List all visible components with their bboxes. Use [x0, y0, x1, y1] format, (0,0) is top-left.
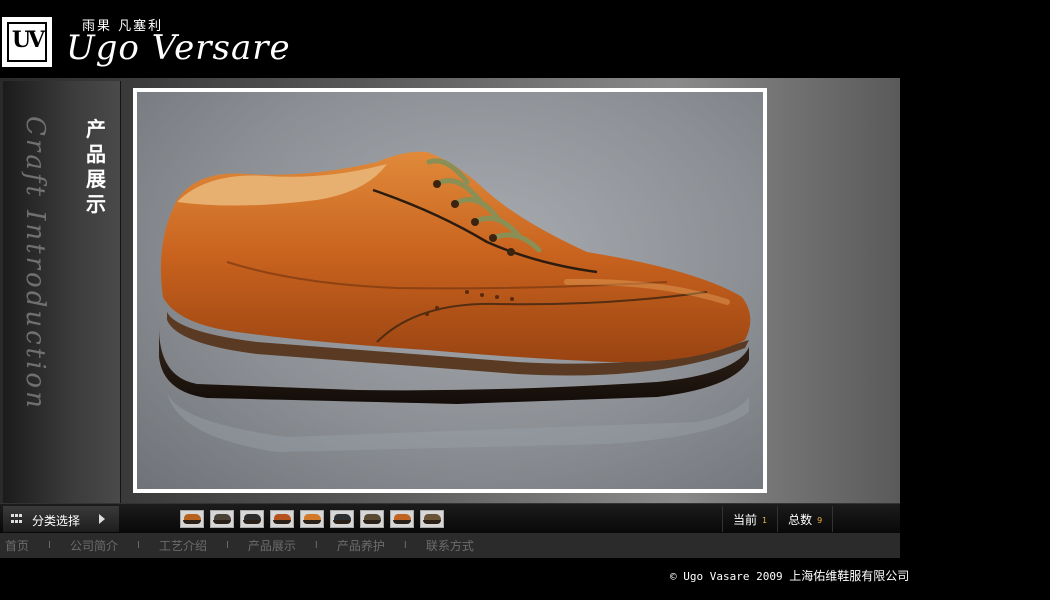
page-counter: 当前 1 总数 9: [722, 506, 834, 532]
thumbnail-9[interactable]: [420, 510, 444, 528]
category-select-button[interactable]: 分类选择: [3, 506, 119, 532]
shoe-image: [159, 151, 751, 452]
nav-bar: 首页 I 公司简介 I 工艺介绍 I 产品展示 I 产品养护 I 联系方式: [0, 533, 900, 558]
thumbnail-7[interactable]: [360, 510, 384, 528]
thumbnail-shoe-sole: [393, 520, 411, 524]
logo-letters: UV: [11, 27, 45, 53]
product-stage: 产品展示 Craft Introduction: [0, 78, 900, 503]
category-select-label: 分类选择: [32, 514, 81, 528]
thumbnail-8[interactable]: [390, 510, 414, 528]
nav-item-4[interactable]: 产品展示: [243, 537, 301, 554]
left-panel: 产品展示 Craft Introduction: [3, 81, 121, 503]
nav-item-1[interactable]: 首页: [0, 537, 34, 554]
nav-item-6[interactable]: 联系方式: [421, 537, 479, 554]
thumbnail-2[interactable]: [210, 510, 234, 528]
thumbnail-shoe-sole: [303, 520, 321, 524]
thumbnail-shoe-sole: [213, 520, 231, 524]
product-photo[interactable]: [137, 92, 763, 489]
header: UV 雨果 凡塞利 Ugo Versare: [0, 0, 1050, 78]
nav-separator: I: [314, 540, 318, 551]
grid-icon: [11, 514, 23, 524]
nav-separator: I: [225, 540, 229, 551]
copyright-text: © Ugo Vasare 2009: [670, 570, 783, 583]
total-value: 9: [817, 516, 823, 525]
thumbnail-shoe-sole: [423, 520, 441, 524]
current-label: 当前: [733, 512, 758, 527]
arrow-right-icon: [99, 514, 105, 524]
thumbnail-shoe-sole: [243, 520, 261, 524]
current-value: 1: [762, 516, 768, 525]
brand-name-english: Ugo Versare: [66, 28, 291, 68]
current-counter: 当前 1: [722, 506, 777, 532]
nav-separator: I: [136, 540, 140, 551]
page: UV 雨果 凡塞利 Ugo Versare 产品展示 Craft Introdu…: [0, 0, 1050, 600]
nav-item-2[interactable]: 公司简介: [65, 537, 123, 554]
nav-separator: I: [403, 540, 407, 551]
nav-separator: I: [48, 540, 51, 551]
logo[interactable]: UV: [2, 17, 52, 67]
decorative-script-text: Craft Introduction: [20, 116, 50, 411]
thumbnail-shoe-sole: [183, 520, 201, 524]
company-name: 上海佑维鞋服有限公司: [789, 569, 910, 583]
nav-item-3[interactable]: 工艺介绍: [154, 537, 212, 554]
thumbnail-shoe-sole: [363, 520, 381, 524]
thumbnail-5[interactable]: [300, 510, 324, 528]
thumbnail-6[interactable]: [330, 510, 354, 528]
total-label: 总数: [788, 512, 813, 527]
thumbnail-3[interactable]: [240, 510, 264, 528]
nav-item-5[interactable]: 产品养护: [332, 537, 390, 554]
logo-frame: UV: [7, 22, 47, 62]
thumbnail-shoe-sole: [273, 520, 291, 524]
thumbnail-strip: [180, 510, 450, 530]
footer: © Ugo Vasare 2009 上海佑维鞋服有限公司: [670, 567, 909, 584]
product-photo-frame: [133, 88, 767, 493]
thumbnail-shoe-sole: [333, 520, 351, 524]
thumbnail-1[interactable]: [180, 510, 204, 528]
thumbnail-bar: 分类选择 当前 1 总数 9: [0, 503, 900, 533]
total-counter: 总数 9: [777, 506, 834, 532]
section-title: 产品展示: [86, 117, 106, 216]
thumbnail-4[interactable]: [270, 510, 294, 528]
